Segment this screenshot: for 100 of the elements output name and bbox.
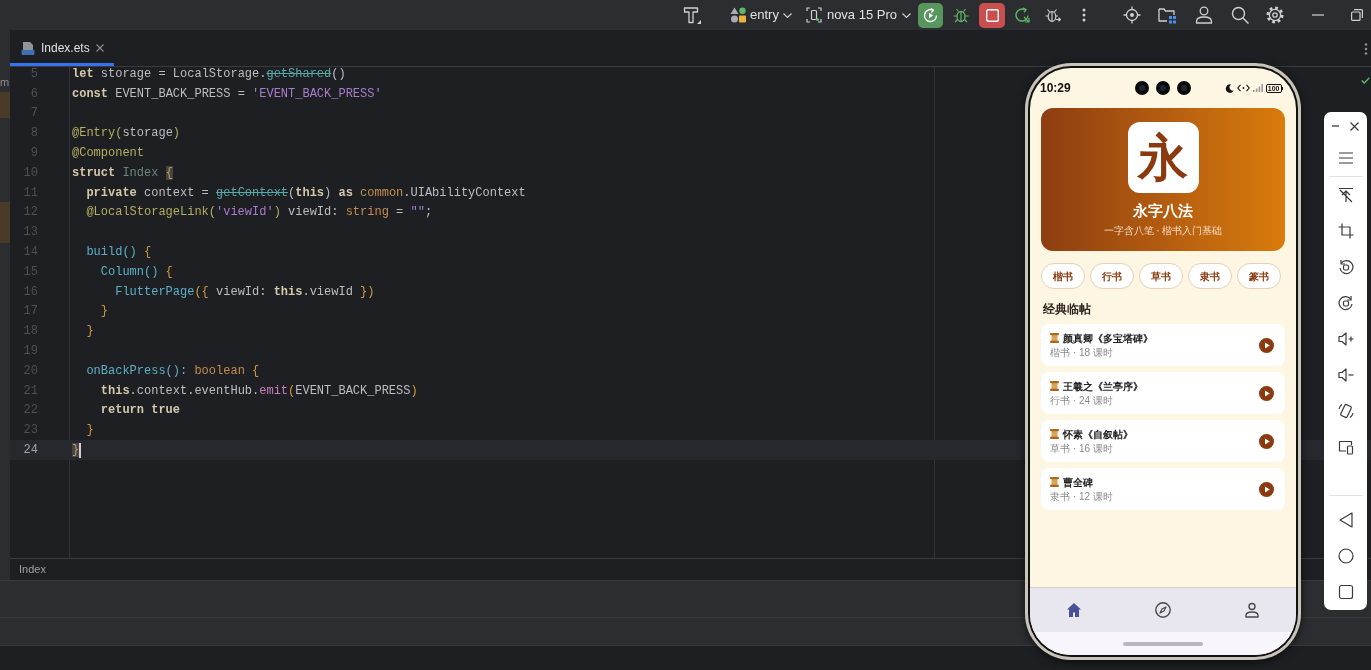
code-line: onBackPress(): boolean { [86, 362, 260, 380]
file-icon [21, 41, 35, 55]
code-line: struct Index { [72, 164, 173, 182]
play-icon[interactable] [1259, 481, 1274, 497]
lesson-card[interactable]: 王羲之《兰亭序》 行书 · 24 课时 [1041, 372, 1285, 414]
category-chip[interactable]: 行书 [1090, 263, 1134, 289]
camera-icon [1156, 81, 1170, 95]
attach-debugger-icon[interactable] [1045, 7, 1061, 23]
home-button-icon[interactable] [1337, 548, 1354, 564]
device-icon [805, 7, 822, 23]
line-number: 24 [23, 442, 38, 460]
volume-down-icon[interactable] [1337, 367, 1354, 383]
lesson-title: 颜真卿《多宝塔碑》 [1063, 331, 1153, 345]
lesson-card[interactable]: 怀素《自叙帖》 草书 · 16 课时 [1041, 420, 1285, 462]
lesson-card[interactable]: 曹全碑 隶书 · 12 课时 [1041, 468, 1285, 510]
rotate-right-icon[interactable] [1337, 295, 1354, 311]
code-line: @Component [72, 145, 144, 163]
code-line: } [86, 323, 94, 341]
banner-subtitle: 一字含八笔 · 楷书入门基础 [1103, 225, 1223, 237]
lesson-meta: 草书 · 16 课时 [1050, 441, 1113, 455]
device-dropdown[interactable]: nova 15 Pro [805, 3, 911, 27]
panel-label: m [0, 76, 10, 88]
target-icon[interactable] [1123, 6, 1141, 24]
run-configuration-dropdown[interactable]: entry [730, 3, 792, 27]
crop-icon[interactable] [1337, 223, 1354, 239]
recents-icon[interactable] [1337, 584, 1354, 600]
bug-icon[interactable] [953, 7, 969, 23]
category-chip[interactable]: 隶书 [1188, 263, 1232, 289]
moon-icon [1224, 83, 1234, 93]
more-icon[interactable] [1082, 8, 1086, 22]
scroll-icon [1050, 429, 1059, 439]
stop-icon [985, 8, 999, 22]
screen-rotation-icon[interactable] [1337, 403, 1354, 419]
restore-icon[interactable] [1351, 9, 1363, 21]
signal-icon [1252, 84, 1263, 92]
menu-icon[interactable] [1337, 150, 1354, 166]
angle-brackets-icon [1236, 84, 1250, 92]
banner-title: 永字八法 [1133, 202, 1193, 220]
category-chip[interactable]: 草书 [1139, 263, 1183, 289]
status-time: 10:29 [1040, 81, 1071, 95]
scroll-icon [1050, 333, 1059, 343]
rerun-icon [923, 7, 938, 23]
volume-up-icon[interactable] [1337, 331, 1354, 347]
file-tab[interactable]: Index.ets [10, 30, 114, 66]
change-marker [0, 202, 10, 243]
back-icon[interactable] [1337, 512, 1354, 528]
rotate-left-icon[interactable] [1337, 259, 1354, 275]
scroll-icon [1050, 477, 1059, 487]
breadcrumb-item[interactable]: Index [19, 561, 46, 578]
stop-button[interactable] [979, 2, 1005, 28]
search-icon[interactable] [1231, 6, 1249, 24]
lesson-meta: 楷书 · 18 课时 [1050, 345, 1113, 359]
lesson-card[interactable]: 颜真卿《多宝塔碑》 楷书 · 18 课时 [1041, 324, 1285, 366]
person-icon[interactable] [1243, 602, 1260, 618]
code-line: @Entry(storage) [72, 125, 181, 143]
code-line: private context = getContext(this) as common.UIAbilityContext [86, 184, 526, 202]
home-icon[interactable] [1066, 602, 1083, 618]
apply-changes-icon[interactable] [1014, 7, 1030, 23]
compass-icon[interactable] [1155, 602, 1171, 618]
change-marker [0, 92, 10, 118]
lesson-title: 怀素《自叙帖》 [1063, 427, 1133, 441]
lesson-meta: 隶书 · 12 课时 [1050, 489, 1113, 503]
lesson-title: 曹全碑 [1063, 475, 1093, 489]
hammer-icon[interactable] [683, 6, 701, 24]
app-logo: 永 [1127, 122, 1199, 193]
settings-icon[interactable] [1266, 6, 1284, 24]
play-icon[interactable] [1259, 385, 1274, 401]
chevron-icon [902, 12, 911, 18]
camera-icon [1177, 81, 1191, 95]
code-line: @LocalStorageLink('viewId') viewId: string = ""; [86, 204, 433, 222]
section-title: 经典临帖 [1043, 301, 1091, 317]
code-line: const EVENT_BACK_PRESS = 'EVENT_BACK_PRESS' [72, 85, 382, 103]
check-icon[interactable] [1361, 77, 1370, 84]
close-icon[interactable] [95, 44, 104, 52]
code-line: let storage = LocalStorage.getShared() [72, 67, 346, 83]
close-icon[interactable] [1350, 121, 1359, 131]
crossed-arrow-icon[interactable] [1337, 187, 1354, 203]
folder-icon[interactable] [1158, 6, 1176, 24]
devices-icon[interactable] [1337, 439, 1354, 455]
chevron-icon [782, 12, 792, 18]
code-line: } [100, 303, 108, 321]
play-icon[interactable] [1259, 433, 1274, 449]
code-line: build() { [86, 244, 152, 262]
code-line: return true [100, 402, 180, 420]
more-icon[interactable] [1364, 43, 1368, 55]
text-cursor [79, 442, 82, 458]
run-button[interactable] [918, 2, 943, 28]
camera-icon [1135, 81, 1149, 95]
play-icon[interactable] [1259, 337, 1274, 353]
code-line: this.context.eventHub.emit(EVENT_BACK_PRESS) [100, 382, 418, 400]
person-icon[interactable] [1195, 6, 1213, 24]
category-chip[interactable]: 篆书 [1237, 263, 1281, 289]
shapes-icon [730, 7, 746, 23]
scroll-icon [1050, 381, 1059, 391]
lesson-title: 王羲之《兰亭序》 [1063, 379, 1143, 393]
code-line: FlutterPage({ viewId: this.viewId }) [115, 283, 375, 301]
code-line: } [86, 422, 94, 440]
code-line: Column() { [100, 263, 173, 281]
category-chip[interactable]: 楷书 [1041, 263, 1085, 289]
lesson-meta: 行书 · 24 课时 [1050, 393, 1113, 407]
